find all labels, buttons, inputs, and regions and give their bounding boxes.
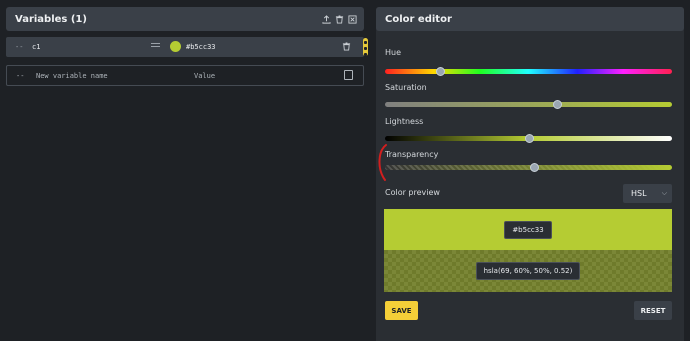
scrollbar[interactable] (363, 38, 368, 56)
color-editor-title: Color editor (385, 13, 452, 25)
color-preview-transparent: hsla(69, 60%, 50%, 0.52) (384, 250, 672, 292)
hue-slider[interactable] (385, 67, 672, 76)
variables-title: Variables (1) (15, 13, 87, 25)
hue-label: Hue (385, 48, 402, 57)
saturation-slider-thumb[interactable] (553, 100, 563, 109)
variable-name[interactable]: c1 (32, 43, 40, 51)
color-preview-label: Color preview (385, 188, 440, 197)
variable-row[interactable]: -- c1 #b5cc33 (6, 37, 368, 57)
variables-panel: Variables (1) -- c1 #b5cc33 -- New varia… (6, 7, 368, 101)
variables-header: Variables (1) (6, 7, 364, 31)
new-variable-row[interactable]: -- New variable name Value (6, 65, 364, 86)
add-variable-icon[interactable] (344, 70, 353, 80)
lightness-label: Lightness (385, 117, 424, 126)
hex-value-chip[interactable]: #b5cc33 (504, 220, 552, 239)
new-row-dash: -- (16, 72, 25, 80)
transparency-slider[interactable] (385, 163, 672, 172)
lightness-slider[interactable] (385, 134, 672, 143)
trash-icon[interactable] (335, 14, 344, 24)
save-button[interactable]: SAVE (385, 301, 418, 320)
color-preview-solid: #b5cc33 (384, 209, 672, 250)
format-select-value: HSL (631, 189, 647, 198)
new-variable-name-input[interactable]: New variable name (36, 72, 108, 80)
color-swatch[interactable] (170, 41, 181, 52)
reset-button[interactable]: RESET (634, 301, 672, 320)
saturation-label: Saturation (385, 83, 427, 92)
annotation-arc (378, 144, 387, 181)
color-editor-header: Color editor (376, 7, 684, 31)
row-trash-icon[interactable] (342, 42, 351, 51)
close-box-icon[interactable] (348, 14, 357, 24)
new-variable-value-input[interactable]: Value (194, 72, 215, 80)
hsla-value-chip[interactable]: hsla(69, 60%, 50%, 0.52) (475, 262, 581, 280)
row-dash: -- (15, 43, 24, 51)
upload-icon[interactable] (322, 14, 331, 24)
variable-value[interactable]: #b5cc33 (186, 43, 216, 51)
transparency-slider-thumb[interactable] (530, 163, 540, 172)
chevron-down-icon: ⌵ (661, 189, 667, 197)
transparency-label: Transparency (385, 150, 439, 159)
lightness-slider-thumb[interactable] (524, 134, 534, 143)
hue-slider-thumb[interactable] (436, 67, 445, 76)
drag-handle-icon[interactable] (151, 43, 160, 49)
format-select[interactable]: HSL ⌵ (623, 184, 672, 203)
saturation-slider[interactable] (385, 100, 672, 109)
color-editor-panel: Color editor Hue Saturation Lightness Tr… (376, 7, 684, 341)
